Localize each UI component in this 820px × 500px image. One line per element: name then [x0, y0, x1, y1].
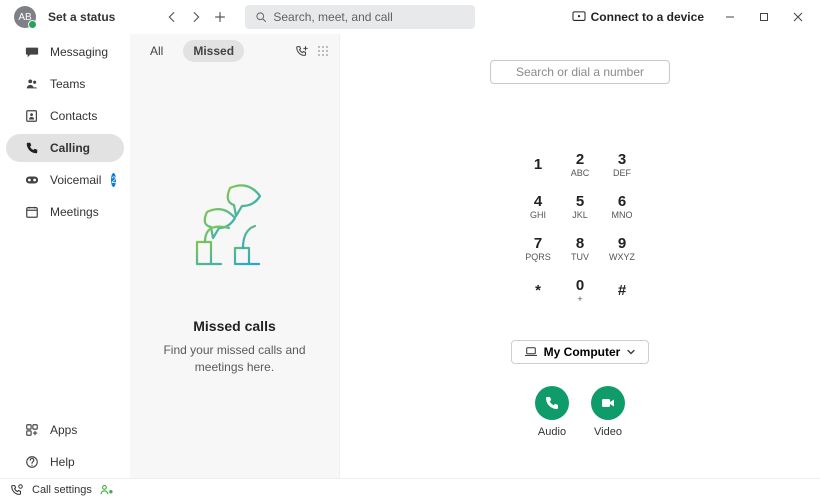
connect-device-button[interactable]: Connect to a device [566, 10, 710, 24]
sidebar-item-label: Contacts [50, 109, 97, 123]
dialpad-key-3[interactable]: 3DEF [601, 144, 643, 186]
presence-dot [28, 20, 37, 29]
global-search[interactable]: Search, meet, and call [245, 5, 475, 29]
dialpad-toggle-icon[interactable] [317, 45, 329, 57]
audio-label: Audio [538, 426, 566, 438]
window-maximize-button[interactable] [750, 6, 778, 28]
tab-all[interactable]: All [140, 40, 173, 62]
device-label: My Computer [544, 345, 621, 359]
window-minimize-button[interactable] [716, 6, 744, 28]
phone-icon [544, 395, 560, 411]
cast-icon [572, 11, 586, 23]
sidebar-item-label: Apps [50, 423, 77, 437]
nav-forward-button[interactable] [185, 6, 207, 28]
dialpad-key-5[interactable]: 5JKL [559, 186, 601, 228]
dialpad-key-0[interactable]: 0+ [559, 270, 601, 312]
dialpad-key-star[interactable]: * [517, 270, 559, 312]
device-select-button[interactable]: My Computer [511, 340, 650, 364]
chat-icon [24, 44, 40, 60]
video-call-button[interactable]: Video [591, 386, 625, 438]
chevron-down-icon [626, 347, 636, 357]
nav-back-button[interactable] [161, 6, 183, 28]
tab-missed[interactable]: Missed [183, 40, 244, 62]
dialpad-key-hash[interactable]: # [601, 270, 643, 312]
dialpad-panel: 1 2ABC 3DEF 4GHI 5JKL 6MNO 7PQRS 8TUV 9W… [340, 34, 820, 478]
dialpad: 1 2ABC 3DEF 4GHI 5JKL 6MNO 7PQRS 8TUV 9W… [517, 144, 643, 312]
set-status-button[interactable]: Set a status [48, 10, 115, 24]
audio-call-button[interactable]: Audio [535, 386, 569, 438]
sidebar-item-teams[interactable]: Teams [6, 70, 124, 98]
call-list-tabs: All Missed [130, 34, 339, 68]
voicemail-badge: 2 [111, 173, 116, 187]
call-settings-label[interactable]: Call settings [32, 484, 92, 496]
sidebar-item-label: Help [50, 455, 75, 469]
avatar[interactable]: AB [14, 6, 36, 28]
sidebar: Messaging Teams Contacts Calling Voicema… [0, 34, 130, 478]
dialpad-key-8[interactable]: 8TUV [559, 228, 601, 270]
sidebar-item-messaging[interactable]: Messaging [6, 38, 124, 66]
calendar-icon [24, 204, 40, 220]
sidebar-item-help[interactable]: Help [6, 448, 124, 476]
empty-missed-calls: Missed calls Find your missed calls and … [130, 68, 339, 478]
empty-art-icon [175, 170, 295, 290]
connect-device-label: Connect to a device [591, 10, 704, 24]
dialpad-key-4[interactable]: 4GHI [517, 186, 559, 228]
title-bar: AB Set a status Search, meet, and call C… [0, 0, 820, 34]
voicemail-icon [24, 172, 40, 188]
call-list-panel: All Missed Missed calls Find your missed… [130, 34, 340, 478]
people-icon [24, 76, 40, 92]
video-icon [600, 395, 616, 411]
dialpad-key-7[interactable]: 7PQRS [517, 228, 559, 270]
call-actions: Audio Video [535, 386, 625, 438]
video-label: Video [594, 426, 622, 438]
empty-subtitle: Find your missed calls and meetings here… [150, 342, 319, 376]
new-item-button[interactable] [209, 6, 231, 28]
search-icon [255, 11, 267, 23]
dialpad-key-6[interactable]: 6MNO [601, 186, 643, 228]
contacts-icon [24, 108, 40, 124]
sidebar-item-label: Calling [50, 141, 90, 155]
laptop-icon [524, 346, 538, 358]
status-bar: Call settings [0, 478, 820, 500]
dialpad-key-1[interactable]: 1 [517, 144, 559, 186]
sidebar-item-label: Teams [50, 77, 85, 91]
sidebar-item-calling[interactable]: Calling [6, 134, 124, 162]
call-presence-icon [100, 484, 114, 496]
sidebar-item-label: Meetings [50, 205, 99, 219]
window-close-button[interactable] [784, 6, 812, 28]
phone-icon [24, 140, 40, 156]
new-call-icon[interactable] [295, 44, 309, 58]
dialpad-key-2[interactable]: 2ABC [559, 144, 601, 186]
apps-icon [24, 422, 40, 438]
sidebar-item-meetings[interactable]: Meetings [6, 198, 124, 226]
sidebar-item-apps[interactable]: Apps [6, 416, 124, 444]
call-settings-icon[interactable] [10, 483, 24, 497]
sidebar-item-voicemail[interactable]: Voicemail 2 [6, 166, 124, 194]
global-search-placeholder: Search, meet, and call [273, 10, 392, 24]
help-icon [24, 454, 40, 470]
sidebar-item-label: Voicemail [50, 173, 101, 187]
dial-input[interactable] [490, 60, 670, 84]
sidebar-item-label: Messaging [50, 45, 108, 59]
sidebar-item-contacts[interactable]: Contacts [6, 102, 124, 130]
dialpad-key-9[interactable]: 9WXYZ [601, 228, 643, 270]
empty-title: Missed calls [193, 318, 276, 334]
